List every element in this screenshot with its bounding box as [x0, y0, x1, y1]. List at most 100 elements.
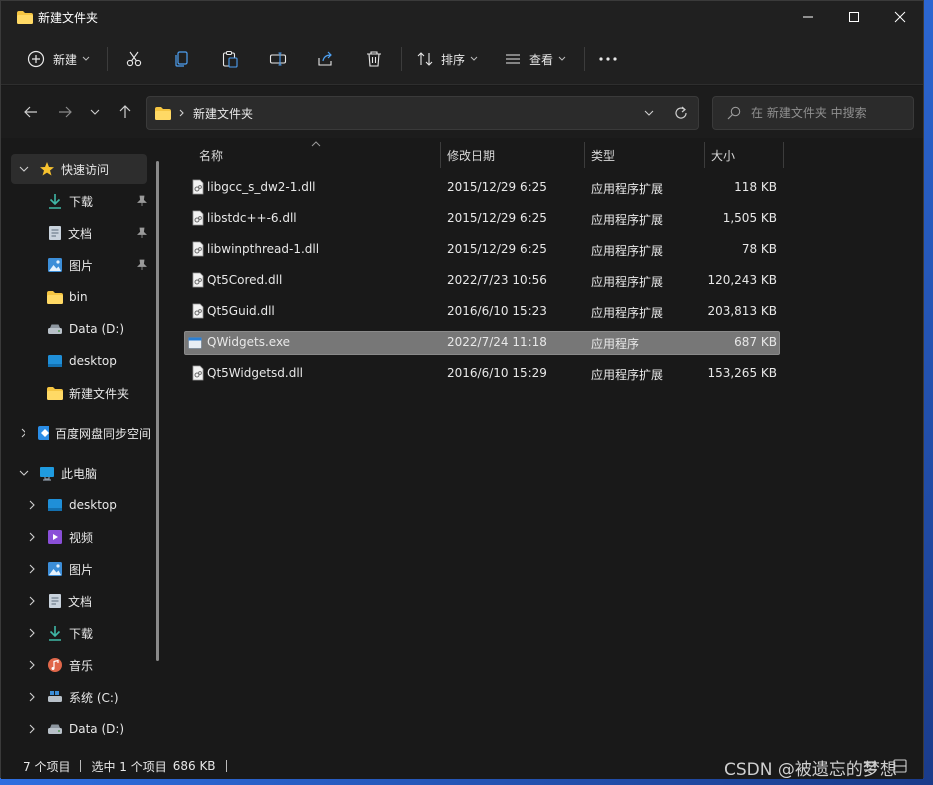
trash-icon [367, 51, 381, 67]
minimize-icon [803, 16, 813, 18]
dll-file-icon [192, 210, 204, 226]
chevron-down-icon[interactable] [644, 110, 654, 116]
sidebar-item-documents[interactable]: 文档 [1, 218, 151, 248]
sidebar-item-new-folder[interactable]: 新建文件夹 [1, 378, 151, 408]
file-row[interactable]: Qt5Guid.dll 2016/6/10 15:23 应用程序扩展 203,8… [184, 300, 780, 324]
file-type: 应用程序扩展 [591, 275, 664, 289]
picture-icon [48, 562, 62, 576]
recent-locations-button[interactable] [85, 102, 105, 122]
file-type: 应用程序扩展 [591, 306, 664, 320]
chevron-right-icon[interactable] [29, 596, 35, 606]
sidebar-item-pc-data-d[interactable]: Data (D:) [1, 714, 151, 744]
chevron-right-icon[interactable] [29, 724, 35, 734]
forward-button[interactable] [55, 102, 75, 122]
file-row[interactable]: Qt5Cored.dll 2022/7/23 10:56 应用程序扩展 120,… [184, 269, 780, 293]
pin-icon [137, 227, 147, 238]
file-row-selected[interactable]: QWidgets.exe 2022/7/24 11:18 应用程序 687 KB [184, 331, 780, 355]
dll-file-icon [192, 303, 204, 319]
download-icon [49, 194, 61, 209]
paste-button[interactable] [221, 43, 239, 75]
sidebar-item-videos[interactable]: 视频 [1, 522, 151, 552]
sidebar-item-downloads[interactable]: 下载 [1, 186, 151, 216]
rename-icon [269, 52, 287, 66]
file-row[interactable]: libstdc++-6.dll 2015/12/29 6:25 应用程序扩展 1… [184, 207, 780, 231]
pin-icon [137, 195, 147, 206]
file-size: 153,265 KB [707, 366, 777, 380]
new-button[interactable]: 新建 [27, 43, 90, 75]
file-size: 1,505 KB [722, 211, 777, 225]
share-button[interactable] [317, 43, 335, 75]
search-box[interactable] [712, 96, 914, 130]
sidebar-item-bin[interactable]: bin [1, 282, 151, 312]
column-header-modified[interactable]: 修改日期 [447, 142, 495, 168]
chevron-right-icon[interactable] [29, 564, 35, 574]
file-type: 应用程序扩展 [591, 213, 664, 227]
more-options-button[interactable] [599, 43, 617, 75]
file-size: 120,243 KB [707, 273, 777, 287]
document-icon [49, 226, 61, 240]
delete-button[interactable] [365, 43, 383, 75]
sidebar-item-pictures[interactable]: 图片 [1, 250, 151, 280]
view-list-icon [506, 54, 520, 64]
column-header-size[interactable]: 大小 [711, 142, 735, 168]
sidebar-item-baidu-netdisk[interactable]: 百度网盘同步空间 [1, 418, 151, 448]
sidebar-item-data-d[interactable]: Data (D:) [1, 314, 151, 344]
column-header-name[interactable]: 名称 [199, 142, 223, 168]
sidebar-item-this-pc[interactable]: 此电脑 [1, 458, 151, 488]
dll-file-icon [192, 272, 204, 288]
sidebar-item-system-c[interactable]: 系统 (C:) [1, 682, 151, 712]
sidebar-item-pc-pictures[interactable]: 图片 [1, 554, 151, 584]
file-row[interactable]: libwinpthread-1.dll 2015/12/29 6:25 应用程序… [184, 238, 780, 262]
sidebar-item-pc-documents[interactable]: 文档 [1, 586, 151, 616]
back-button[interactable] [21, 102, 41, 122]
drive-icon [48, 724, 62, 734]
file-type: 应用程序 [591, 337, 640, 351]
sidebar-item-pc-desktop[interactable]: desktop [1, 490, 151, 520]
sidebar-item-pc-downloads[interactable]: 下载 [1, 618, 151, 648]
sort-button[interactable]: 排序 [417, 43, 478, 75]
cloud-icon [38, 426, 49, 440]
up-button[interactable] [115, 102, 135, 122]
folder-icon [47, 386, 63, 400]
file-row[interactable]: libgcc_s_dw2-1.dll 2015/12/29 6:25 应用程序扩… [184, 176, 780, 200]
folder-icon [47, 290, 63, 304]
dll-file-icon [192, 241, 204, 257]
chevron-right-icon[interactable] [29, 692, 35, 702]
search-input[interactable] [751, 106, 901, 120]
file-type: 应用程序扩展 [591, 368, 664, 382]
address-path[interactable]: 新建文件夹 [193, 105, 253, 122]
sidebar-item-quick-access[interactable]: 快速访问 [11, 154, 147, 184]
paste-icon [222, 51, 238, 68]
chevron-right-icon[interactable] [29, 532, 35, 542]
chevron-down-icon[interactable] [19, 166, 29, 172]
cut-button[interactable] [125, 43, 143, 75]
file-size: 78 KB [741, 242, 777, 256]
maximize-icon [849, 12, 859, 22]
rename-button[interactable] [269, 43, 287, 75]
sidebar-scrollbar[interactable] [156, 161, 159, 661]
column-header-type[interactable]: 类型 [591, 142, 615, 168]
chevron-down-icon[interactable] [19, 470, 29, 476]
refresh-icon[interactable] [674, 106, 688, 120]
navigation-pane: 快速访问 下载 文档 图片 bin Data (D:) desktop 新建文件… [1, 151, 161, 751]
new-label: 新建 [53, 52, 78, 67]
chevron-right-icon[interactable] [29, 628, 35, 638]
close-button[interactable] [877, 1, 923, 33]
folder-icon [155, 106, 171, 120]
maximize-button[interactable] [831, 1, 877, 33]
sidebar-item-music[interactable]: 音乐 [1, 650, 151, 680]
chevron-right-icon[interactable] [29, 660, 35, 670]
chevron-down-icon [558, 56, 566, 61]
arrow-up-icon [119, 105, 131, 118]
command-bar: 新建 排序 查看 [1, 33, 923, 85]
sidebar-item-desktop[interactable]: desktop [1, 346, 151, 376]
address-bar[interactable]: 新建文件夹 [146, 96, 699, 130]
chevron-right-icon[interactable] [21, 428, 26, 438]
chevron-right-icon[interactable] [29, 500, 35, 510]
view-button[interactable]: 查看 [505, 43, 566, 75]
arrow-right-icon [59, 106, 72, 118]
file-row[interactable]: Qt5Widgetsd.dll 2016/6/10 15:29 应用程序扩展 1… [184, 362, 780, 386]
minimize-button[interactable] [785, 1, 831, 33]
copy-button[interactable] [173, 43, 191, 75]
scissors-icon [126, 51, 142, 67]
